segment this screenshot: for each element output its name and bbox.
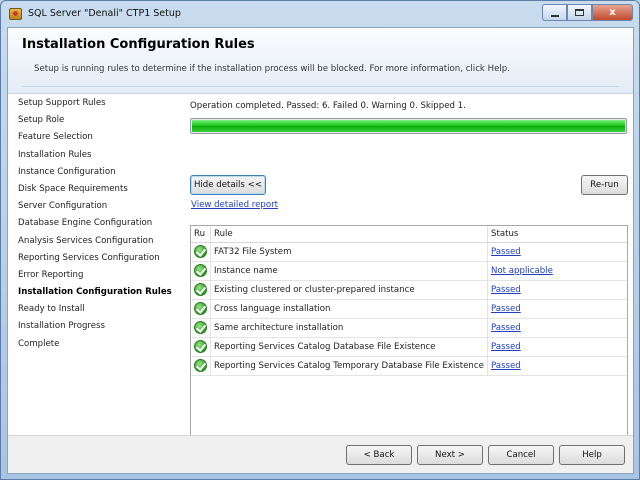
nav-item[interactable]: Installation Progress: [8, 318, 180, 335]
main-panel: Operation completed. Passed: 6. Failed 0…: [190, 95, 628, 460]
nav-item[interactable]: Setup Support Rules: [8, 95, 180, 112]
window-controls: x: [542, 4, 633, 21]
wizard-footer: < Back Next > Cancel Help: [8, 435, 633, 473]
status-icon-cell: [191, 319, 211, 337]
green-check-icon: [194, 302, 207, 315]
client-area: Installation Configuration Rules Setup i…: [7, 27, 634, 474]
maximize-icon: [575, 9, 584, 16]
table-header: Ru Rule Status: [191, 226, 627, 243]
rule-status-cell: Passed: [488, 281, 627, 299]
status-icon-cell: [191, 281, 211, 299]
page-header: Installation Configuration Rules Setup i…: [8, 28, 633, 94]
column-header-ru[interactable]: Ru: [191, 226, 211, 242]
rules-table: Ru Rule Status FAT32 File System Passed In…: [190, 225, 628, 460]
rerun-button[interactable]: Re-run: [581, 175, 628, 195]
nav-item[interactable]: Database Engine Configuration: [8, 215, 180, 232]
rule-status-link[interactable]: Not applicable: [491, 266, 553, 276]
nav-item[interactable]: Setup Role: [8, 112, 180, 129]
nav-item[interactable]: Feature Selection: [8, 129, 180, 146]
next-button[interactable]: Next >: [417, 445, 483, 465]
column-header-rule[interactable]: Rule: [211, 226, 488, 242]
close-icon: x: [609, 7, 616, 18]
view-detailed-report-link[interactable]: View detailed report: [191, 200, 278, 210]
table-row[interactable]: Instance name Not applicable: [191, 262, 627, 281]
rule-name: FAT32 File System: [211, 243, 488, 261]
nav-item[interactable]: Error Reporting: [8, 267, 180, 284]
rule-status-link[interactable]: Passed: [491, 304, 521, 314]
rule-name: Cross language installation: [211, 300, 488, 318]
nav-item[interactable]: Analysis Services Configuration: [8, 233, 180, 250]
back-button[interactable]: < Back: [346, 445, 412, 465]
nav-item[interactable]: Ready to Install: [8, 301, 180, 318]
rule-status-cell: Passed: [488, 319, 627, 337]
green-check-icon: [194, 321, 207, 334]
nav-item[interactable]: Server Configuration: [8, 198, 180, 215]
minimize-icon: [550, 14, 559, 17]
cancel-button[interactable]: Cancel: [488, 445, 554, 465]
wizard-step-list: Setup Support Rules Setup Role Feature Sel…: [8, 95, 180, 460]
page-description: Setup is running rules to determine if t…: [34, 64, 510, 74]
maximize-button[interactable]: [567, 4, 592, 21]
status-icon-cell: [191, 357, 211, 375]
green-check-icon: [194, 264, 207, 277]
rule-name: Instance name: [211, 262, 488, 280]
rule-status-link[interactable]: Passed: [491, 323, 521, 333]
window-title: SQL Server "Denali" CTP1 Setup: [28, 8, 181, 19]
table-body: FAT32 File System Passed Instance name Not …: [191, 243, 627, 376]
nav-item[interactable]: Complete: [8, 336, 180, 353]
rule-status-link[interactable]: Passed: [491, 342, 521, 352]
page-title: Installation Configuration Rules: [22, 37, 255, 52]
help-button[interactable]: Help: [559, 445, 625, 465]
rule-status-link[interactable]: Passed: [491, 247, 521, 257]
status-icon-cell: [191, 338, 211, 356]
rule-name: Reporting Services Catalog Temporary Dat…: [211, 357, 488, 375]
status-icon-cell: [191, 300, 211, 318]
table-row[interactable]: FAT32 File System Passed: [191, 243, 627, 262]
title-bar[interactable]: SQL Server "Denali" CTP1 Setup x: [1, 1, 639, 27]
table-row[interactable]: Cross language installation Passed: [191, 300, 627, 319]
nav-item[interactable]: Installation Configuration Rules: [8, 284, 180, 301]
green-check-icon: [194, 359, 207, 372]
green-check-icon: [194, 283, 207, 296]
header-divider: [22, 86, 619, 87]
green-check-icon: [194, 340, 207, 353]
setup-window: SQL Server "Denali" CTP1 Setup x Install…: [0, 0, 640, 480]
status-icon-cell: [191, 262, 211, 280]
nav-item[interactable]: Installation Rules: [8, 147, 180, 164]
table-row[interactable]: Reporting Services Catalog Temporary Dat…: [191, 357, 627, 376]
sql-setup-icon: [9, 8, 22, 20]
rule-status-cell: Passed: [488, 243, 627, 261]
rule-status-cell: Passed: [488, 338, 627, 356]
operation-status: Operation completed. Passed: 6. Failed 0…: [190, 101, 466, 111]
nav-item[interactable]: Instance Configuration: [8, 164, 180, 181]
nav-item[interactable]: Reporting Services Configuration: [8, 250, 180, 267]
rule-name: Same architecture installation: [211, 319, 488, 337]
rule-name: Existing clustered or cluster-prepared i…: [211, 281, 488, 299]
green-check-icon: [194, 245, 207, 258]
status-icon-cell: [191, 243, 211, 261]
hide-details-button[interactable]: Hide details <<: [190, 175, 266, 195]
table-row[interactable]: Existing clustered or cluster-prepared i…: [191, 281, 627, 300]
minimize-button[interactable]: [542, 4, 567, 21]
progress-fill: [192, 120, 625, 132]
rule-status-cell: Passed: [488, 357, 627, 375]
table-row[interactable]: Reporting Services Catalog Database File…: [191, 338, 627, 357]
rule-status-link[interactable]: Passed: [491, 285, 521, 295]
nav-item[interactable]: Disk Space Requirements: [8, 181, 180, 198]
table-row[interactable]: Same architecture installation Passed: [191, 319, 627, 338]
column-header-status[interactable]: Status: [488, 226, 627, 242]
rule-status-link[interactable]: Passed: [491, 361, 521, 371]
close-button[interactable]: x: [592, 4, 633, 21]
rule-status-cell: Not applicable: [488, 262, 627, 280]
rule-status-cell: Passed: [488, 300, 627, 318]
rule-name: Reporting Services Catalog Database File…: [211, 338, 488, 356]
progress-bar: [190, 118, 627, 134]
